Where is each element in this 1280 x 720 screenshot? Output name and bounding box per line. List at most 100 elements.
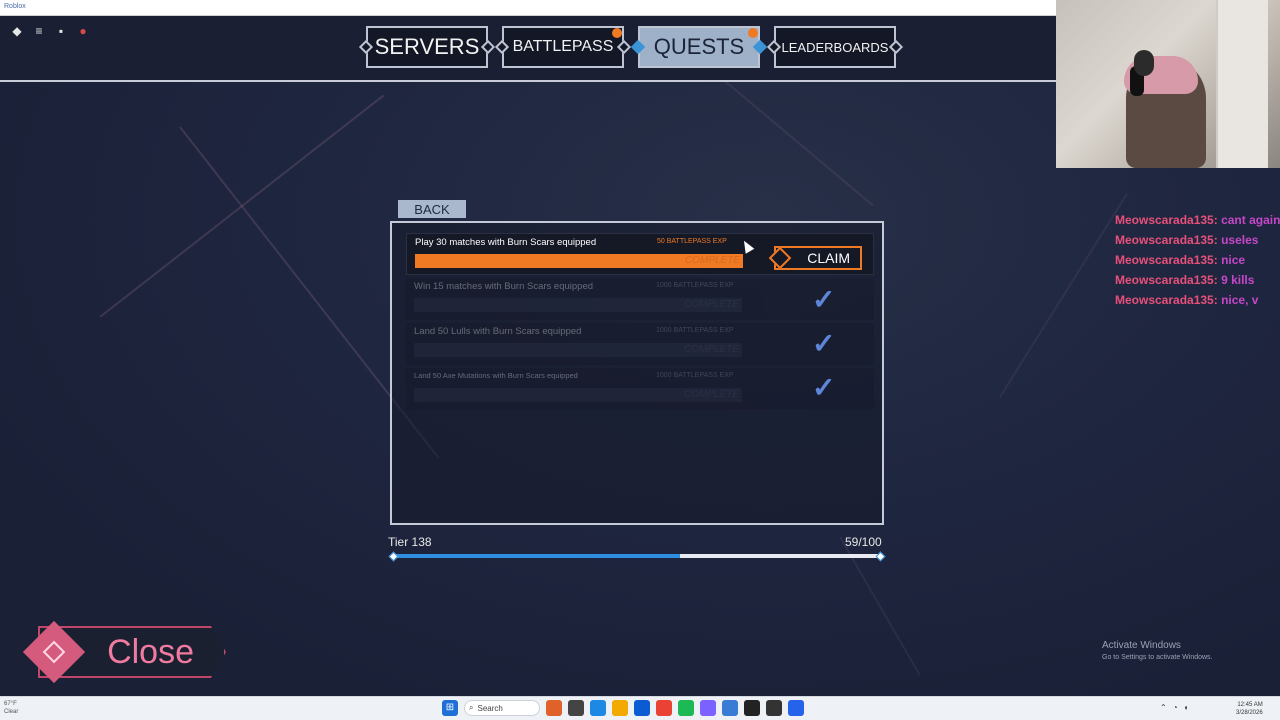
app-icon[interactable] xyxy=(722,700,738,716)
quest-progress-bar: COMPLETE xyxy=(414,343,742,357)
quest-status: COMPLETE xyxy=(684,255,740,266)
quest-reward: 50 BATTLEPASS EXP xyxy=(657,238,727,245)
browser-strip: Roblox xyxy=(0,0,1056,16)
chat-text: cant against that xyxy=(1221,213,1280,227)
quest-row: Land 50 Axe Mutations with Burn Scars eq… xyxy=(406,368,874,410)
app-icon[interactable] xyxy=(546,700,562,716)
quest-row: Win 15 matches with Burn Scars equipped … xyxy=(406,278,874,320)
system-tray: ⌃ ◔ ◖ xyxy=(1160,703,1188,712)
check-icon: ✓ xyxy=(812,372,836,403)
chat-user: Meowscarada135: xyxy=(1115,273,1218,287)
chat-text: nice, v xyxy=(1221,293,1259,307)
discord-icon[interactable] xyxy=(700,700,716,716)
taskbar-clock[interactable]: 12:45 AM 3/28/2026 xyxy=(1236,701,1263,717)
network-icon[interactable]: ◔ xyxy=(1173,703,1178,712)
chat-message: Meowscarada135: nice xyxy=(1115,252,1280,268)
folder-icon[interactable] xyxy=(612,700,628,716)
roblox-logo-icon[interactable]: ◆ xyxy=(10,24,24,38)
chat-message: Meowscarada135: nice, v xyxy=(1115,292,1280,308)
quest-progress-bar: COMPLETE xyxy=(414,388,742,402)
weather-widget[interactable]: 67°F Clear xyxy=(4,700,18,716)
tab-diamond-icon xyxy=(630,39,646,55)
claim-button[interactable]: CLAIM xyxy=(768,246,862,270)
back-button[interactable]: BACK xyxy=(398,200,466,218)
quest-reward: 1000 BATTLEPASS EXP xyxy=(656,372,734,379)
notification-dot xyxy=(748,28,758,38)
tab-servers[interactable]: SERVERS xyxy=(358,26,496,68)
tier-progress-fill xyxy=(392,554,680,558)
store-icon[interactable] xyxy=(634,700,650,716)
webcam-door xyxy=(1216,0,1268,168)
tier-progress-count: 59/100 xyxy=(845,535,882,549)
tab-battlepass[interactable]: BATTLEPASS xyxy=(494,26,632,68)
quest-title: Win 15 matches with Burn Scars equipped xyxy=(414,281,594,292)
webcam-lamp xyxy=(1134,50,1154,76)
tab-diamond-icon xyxy=(494,39,510,55)
top-navigation-bar: ◆ ≡ ▪ ● SERVERS BATTLEPASS QUESTS LEADER… xyxy=(0,16,1056,82)
weather-condition: Clear xyxy=(4,709,19,715)
quest-progress-bar: COMPLETE xyxy=(414,298,742,312)
chat-user: Meowscarada135: xyxy=(1115,233,1218,247)
clock-time: 12:45 AM xyxy=(1237,702,1263,708)
quest-progress-bar: COMPLETE xyxy=(415,254,743,268)
stream-chat: Meowscarada135: cant against that Meowsc… xyxy=(1115,212,1280,312)
close-label: Close xyxy=(107,632,194,671)
bg-streak xyxy=(719,76,874,207)
tab-label: LEADERBOARDS xyxy=(781,39,889,55)
taskbar-search[interactable]: ⌕ Search xyxy=(464,700,540,716)
chat-message: Meowscarada135: 9 kills xyxy=(1115,272,1280,288)
quest-reward: 1000 BATTLEPASS EXP xyxy=(656,327,734,334)
tier-progress-bar xyxy=(392,554,880,558)
menu-icon[interactable]: ≡ xyxy=(32,24,46,38)
windows-start-icon[interactable]: ⊞ xyxy=(442,700,458,716)
chevron-up-icon[interactable]: ⌃ xyxy=(1160,703,1167,712)
chat-user: Meowscarada135: xyxy=(1115,253,1218,267)
bg-streak xyxy=(99,94,385,318)
edge-icon[interactable] xyxy=(590,700,606,716)
mic-icon[interactable]: ● xyxy=(76,24,90,38)
chrome-icon[interactable] xyxy=(656,700,672,716)
chat-user: Meowscarada135: xyxy=(1115,293,1218,307)
tab-diamond-icon xyxy=(480,39,496,55)
tier-label: Tier 138 xyxy=(388,535,432,549)
clock-date: 3/28/2026 xyxy=(1236,710,1263,716)
tab-quests[interactable]: QUESTS xyxy=(630,26,768,68)
search-label: Search xyxy=(477,703,503,713)
watermark-title: Activate Windows xyxy=(1102,640,1181,651)
roblox-menu-icons: ◆ ≡ ▪ ● xyxy=(10,24,90,38)
chat-user: Meowscarada135: xyxy=(1115,213,1218,227)
check-icon: ✓ xyxy=(812,284,836,315)
chat-text: nice xyxy=(1221,253,1246,267)
quest-title: Play 30 matches with Burn Scars equipped xyxy=(415,237,597,248)
webcam-overlay xyxy=(1056,0,1280,168)
roblox-taskbar-icon[interactable] xyxy=(788,700,804,716)
quest-reward: 1000 BATTLEPASS EXP xyxy=(656,282,734,289)
spotify-icon[interactable] xyxy=(678,700,694,716)
quest-row: Land 50 Lulls with Burn Scars equipped 1… xyxy=(406,323,874,365)
volume-icon[interactable]: ◖ xyxy=(1184,703,1189,712)
tab-leaderboards[interactable]: LEADERBOARDS xyxy=(766,26,904,68)
claim-label: CLAIM xyxy=(807,250,850,266)
app-icon[interactable] xyxy=(766,700,782,716)
windows-taskbar: 67°F Clear ⊞ ⌕ Search ⌃ ◔ ◖ 12:45 AM 3/2… xyxy=(0,696,1280,720)
activate-windows-watermark: Activate Windows Go to Settings to activ… xyxy=(1102,640,1213,661)
quest-status: COMPLETE xyxy=(683,299,739,310)
obs-icon[interactable] xyxy=(744,700,760,716)
watermark-subtitle: Go to Settings to activate Windows. xyxy=(1102,654,1213,661)
bg-streak xyxy=(999,192,1129,398)
tab-diamond-icon xyxy=(766,39,782,55)
file-explorer-icon[interactable] xyxy=(568,700,584,716)
quest-title: Land 50 Axe Mutations with Burn Scars eq… xyxy=(414,371,578,380)
chat-message: Meowscarada135: cant against that xyxy=(1115,212,1280,228)
taskbar-apps: ⊞ ⌕ Search xyxy=(442,700,804,716)
chat-icon[interactable]: ▪ xyxy=(54,24,68,38)
notification-dot xyxy=(612,28,622,38)
tab-label: BATTLEPASS xyxy=(512,38,614,55)
quest-status: COMPLETE xyxy=(683,389,739,400)
tab-bar: SERVERS BATTLEPASS QUESTS LEADERBOARDS xyxy=(358,26,904,68)
check-icon: ✓ xyxy=(812,328,836,359)
quests-panel: Play 30 matches with Burn Scars equipped… xyxy=(390,221,884,525)
quest-status: COMPLETE xyxy=(683,344,739,355)
weather-temp: 67°F xyxy=(4,701,17,707)
tab-diamond-icon xyxy=(752,39,768,55)
